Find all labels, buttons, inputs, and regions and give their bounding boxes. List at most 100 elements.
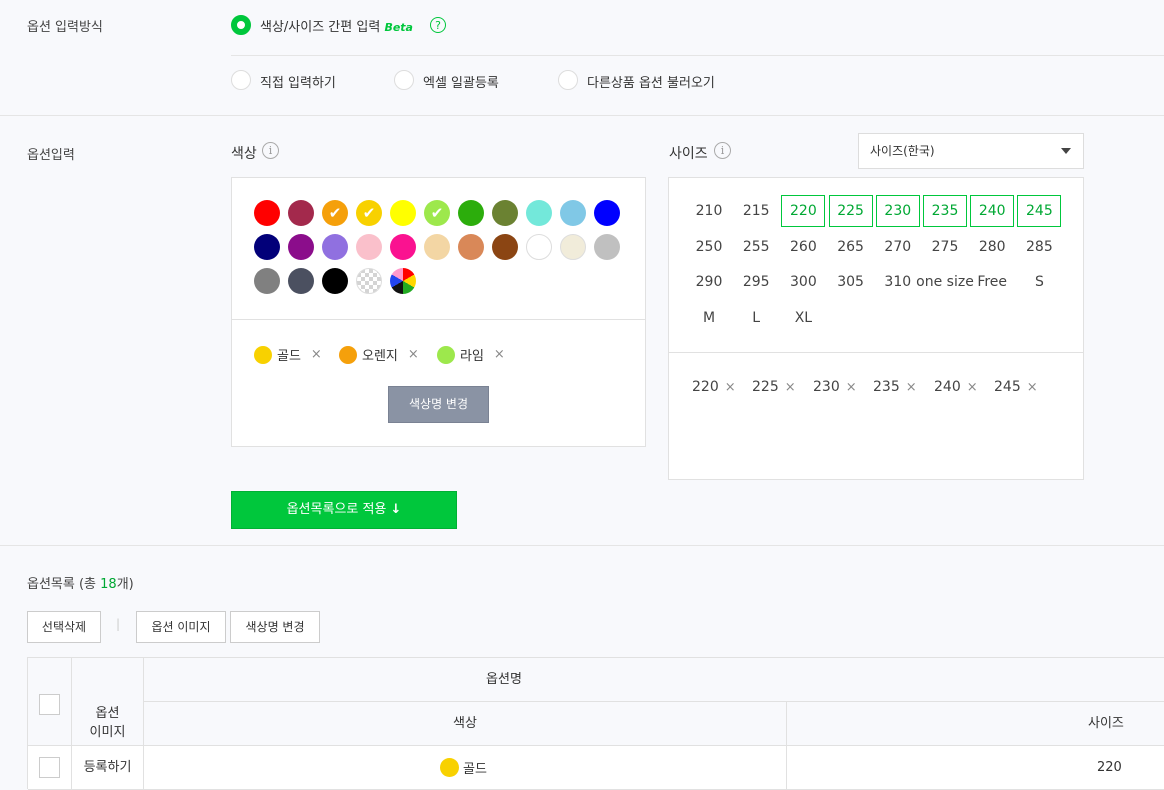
color-swatch[interactable]: ✔ xyxy=(356,200,382,226)
color-swatch[interactable] xyxy=(288,234,314,260)
apply-to-option-list-button[interactable]: 옵션목록으로 적용 ↓ xyxy=(231,491,457,529)
remove-icon[interactable]: × xyxy=(785,380,796,395)
radio-load-other-product-label[interactable]: 다른상품 옵션 불러오기 xyxy=(587,72,715,91)
size-option[interactable]: 245 xyxy=(1017,195,1062,227)
color-swatch[interactable] xyxy=(526,234,552,260)
color-swatch[interactable] xyxy=(458,200,484,226)
remove-icon[interactable]: × xyxy=(846,380,857,395)
remove-icon[interactable]: × xyxy=(906,380,917,395)
size-option[interactable]: 300 xyxy=(781,266,825,298)
select-all-checkbox[interactable] xyxy=(39,694,60,715)
color-swatch[interactable] xyxy=(390,200,416,226)
row-checkbox[interactable] xyxy=(39,757,60,778)
size-option[interactable]: 305 xyxy=(829,266,873,298)
size-title: 사이즈 xyxy=(669,146,708,162)
radio-easy-input-label[interactable]: 색상/사이즈 간편 입력 Beta xyxy=(260,16,413,35)
size-option[interactable]: 230 xyxy=(875,195,920,227)
color-title: 색상 xyxy=(231,146,257,162)
size-option[interactable]: 215 xyxy=(734,195,778,227)
color-swatch[interactable] xyxy=(560,200,586,226)
option-count: 18 xyxy=(100,577,117,592)
color-swatch[interactable] xyxy=(254,234,280,260)
size-option[interactable]: 210 xyxy=(687,195,731,227)
color-swatch[interactable] xyxy=(526,200,552,226)
size-standard-value: 사이즈(한국) xyxy=(870,144,935,158)
selected-color-chip: 골드 × xyxy=(254,345,322,364)
color-swatch[interactable] xyxy=(356,268,382,294)
beta-badge: Beta xyxy=(384,21,413,34)
selected-size-chip: 245 × xyxy=(994,379,1038,395)
selected-size-panel: 220 × 225 × 230 × 235 × 240 × 245 × xyxy=(668,352,1084,480)
size-option[interactable]: 240 xyxy=(970,195,1015,227)
rename-color-list-button[interactable]: 색상명 변경 xyxy=(230,611,320,643)
size-grid-panel: 210 215 220 225 230 235 240 245 250 255 260 265 270 2… xyxy=(668,177,1084,353)
size-option[interactable]: 265 xyxy=(829,231,873,263)
color-swatch[interactable] xyxy=(322,234,348,260)
color-swatch[interactable] xyxy=(254,200,280,226)
size-option[interactable]: XL xyxy=(781,302,825,334)
size-option[interactable]: L xyxy=(734,302,778,334)
size-option[interactable]: 235 xyxy=(923,195,967,227)
color-swatch[interactable] xyxy=(390,234,416,260)
remove-icon[interactable]: × xyxy=(494,347,505,362)
color-swatch[interactable] xyxy=(390,268,416,294)
size-option[interactable]: 275 xyxy=(923,231,967,263)
size-info-icon[interactable]: i xyxy=(714,142,731,159)
radio-easy-input[interactable] xyxy=(231,15,251,35)
size-option[interactable]: 260 xyxy=(781,231,825,263)
remove-icon[interactable]: × xyxy=(725,380,736,395)
size-option[interactable]: 255 xyxy=(734,231,778,263)
color-swatch[interactable] xyxy=(288,268,314,294)
remove-icon[interactable]: × xyxy=(311,347,322,362)
size-option[interactable]: Free xyxy=(970,266,1014,298)
selected-size-chip: 240 × xyxy=(934,379,978,395)
register-image-link[interactable]: 등록하기 xyxy=(84,760,132,775)
size-option[interactable]: 270 xyxy=(876,231,920,263)
color-swatch[interactable] xyxy=(492,234,518,260)
size-option[interactable]: one size xyxy=(915,266,975,298)
size-option[interactable]: M xyxy=(687,302,731,334)
color-swatch[interactable] xyxy=(492,200,518,226)
size-option[interactable]: 295 xyxy=(734,266,778,298)
size-option[interactable]: 220 xyxy=(781,195,826,227)
size-option[interactable]: 250 xyxy=(687,231,731,263)
remove-icon[interactable]: × xyxy=(408,347,419,362)
radio-direct-input[interactable] xyxy=(231,70,251,90)
radio-excel-upload-label[interactable]: 엑셀 일괄등록 xyxy=(423,72,499,91)
help-icon[interactable]: ? xyxy=(430,17,446,33)
radio-load-other-product[interactable] xyxy=(558,70,578,90)
selected-size-chip: 220 × xyxy=(692,379,736,395)
rename-color-button[interactable]: 색상명 변경 xyxy=(388,386,489,423)
color-swatch[interactable] xyxy=(594,200,620,226)
selected-color-chip: 오렌지 × xyxy=(339,345,419,364)
delete-selected-button[interactable]: 선택삭제 xyxy=(27,611,101,643)
selected-color-panel: 골드 × 오렌지 × 라임 × 색상명 변경 xyxy=(231,319,646,447)
size-option[interactable]: 280 xyxy=(970,231,1014,263)
size-standard-dropdown[interactable]: 사이즈(한국) xyxy=(858,133,1084,169)
color-swatch[interactable] xyxy=(254,268,280,294)
color-swatch[interactable] xyxy=(356,234,382,260)
size-option[interactable]: 310 xyxy=(876,266,920,298)
color-swatch[interactable]: ✔ xyxy=(424,200,450,226)
row-color-label: 골드 xyxy=(463,762,487,777)
option-input-label: 옵션입력 xyxy=(27,148,75,163)
color-swatch[interactable] xyxy=(458,234,484,260)
color-dot xyxy=(440,758,459,777)
color-swatch[interactable] xyxy=(560,234,586,260)
remove-icon[interactable]: × xyxy=(967,380,978,395)
color-swatch[interactable] xyxy=(424,234,450,260)
color-swatch[interactable] xyxy=(322,268,348,294)
size-option[interactable]: 285 xyxy=(1017,231,1061,263)
color-swatch[interactable]: ✔ xyxy=(322,200,348,226)
section-divider xyxy=(0,115,1164,116)
option-image-button[interactable]: 옵션 이미지 xyxy=(136,611,226,643)
color-swatch[interactable] xyxy=(288,200,314,226)
radio-direct-input-label[interactable]: 직접 입력하기 xyxy=(260,72,336,91)
size-option[interactable]: 290 xyxy=(687,266,731,298)
size-option[interactable]: S xyxy=(1017,266,1061,298)
size-option[interactable]: 225 xyxy=(828,195,873,227)
remove-icon[interactable]: × xyxy=(1027,380,1038,395)
color-swatch[interactable] xyxy=(594,234,620,260)
color-info-icon[interactable]: i xyxy=(262,142,279,159)
radio-excel-upload[interactable] xyxy=(394,70,414,90)
